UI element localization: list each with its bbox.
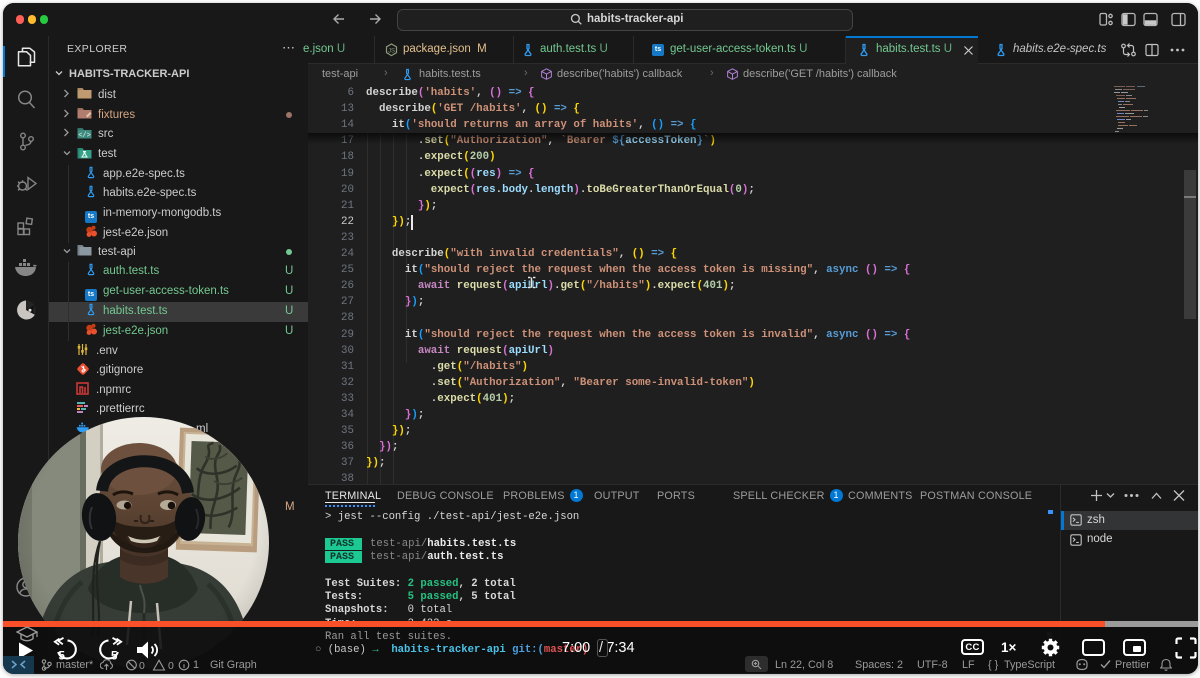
svg-text:0: 0 [139,660,145,671]
svg-text:JS: JS [388,49,395,55]
svg-text:</>: </> [78,132,91,139]
svg-text:0: 0 [168,660,174,671]
